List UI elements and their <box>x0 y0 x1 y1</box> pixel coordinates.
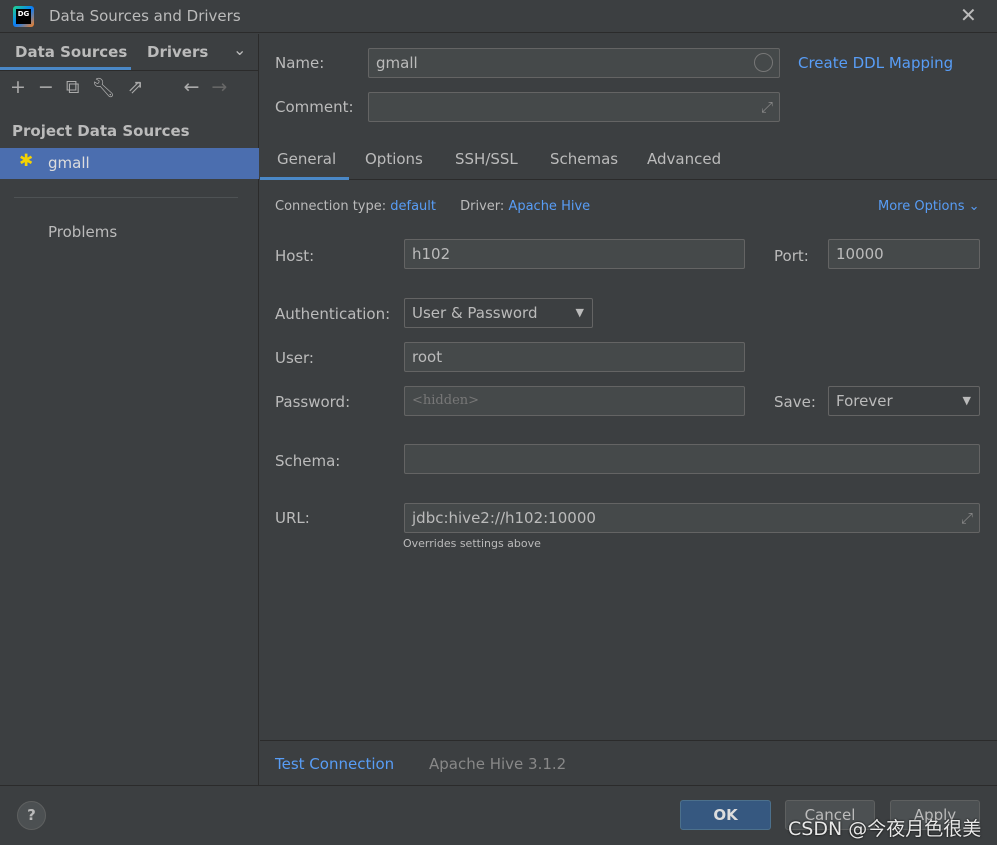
duplicate-icon[interactable]: ⧉ <box>66 76 80 99</box>
hive-bee-icon: ✱ <box>19 151 34 171</box>
host-label: Host: <box>275 247 315 265</box>
name-field[interactable]: gmall <box>368 48 780 78</box>
section-header: Project Data Sources <box>12 122 190 140</box>
save-label: Save: <box>774 393 816 411</box>
ok-button[interactable]: OK <box>680 800 771 830</box>
tab-general[interactable]: General <box>277 150 336 168</box>
tab-ssh-ssl[interactable]: SSH/SSL <box>455 150 518 168</box>
schema-field[interactable] <box>404 444 980 474</box>
jump-icon[interactable]: ⇗ <box>128 76 144 99</box>
authentication-label: Authentication: <box>275 305 391 323</box>
password-label: Password: <box>275 393 351 411</box>
name-value: gmall <box>376 54 418 72</box>
add-icon[interactable]: + <box>10 76 26 99</box>
help-button[interactable]: ? <box>17 801 46 830</box>
comment-field[interactable]: ⤢ <box>368 92 780 122</box>
create-ddl-mapping-link[interactable]: Create DDL Mapping <box>798 54 953 72</box>
datagrip-logo-icon: DG <box>13 6 34 27</box>
remove-icon[interactable]: − <box>38 76 54 99</box>
tab-data-sources[interactable]: Data Sources <box>15 34 127 70</box>
authentication-select[interactable]: User & Password ▼ <box>404 298 593 328</box>
driver-version: Apache Hive 3.1.2 <box>429 755 567 773</box>
color-circle-icon[interactable] <box>754 53 773 72</box>
connection-type-label: Connection type: <box>275 199 387 214</box>
problems-item[interactable]: Problems <box>48 223 117 241</box>
chevron-down-icon[interactable]: ⌄ <box>233 40 246 59</box>
watermark: CSDN @今夜月色很美 <box>788 818 982 840</box>
user-field[interactable]: root <box>404 342 745 372</box>
tab-options[interactable]: Options <box>365 150 423 168</box>
password-field[interactable]: <hidden> <box>404 386 745 416</box>
url-field[interactable]: jdbc:hive2://h102:10000 ⤢ <box>404 503 980 533</box>
host-field[interactable]: h102 <box>404 239 745 269</box>
url-label: URL: <box>275 509 310 527</box>
toolbar: + − ⧉ 🔧︎ ⇗ ← → <box>10 76 250 99</box>
expand-icon[interactable]: ⤢ <box>761 93 773 121</box>
comment-label: Comment: <box>275 98 354 116</box>
forward-arrow-icon[interactable]: → <box>211 76 227 99</box>
title-bar: DG Data Sources and Drivers ✕ <box>0 0 997 33</box>
tab-advanced[interactable]: Advanced <box>647 150 721 168</box>
tab-schemas[interactable]: Schemas <box>550 150 618 168</box>
more-options-link[interactable]: More Options ⌄ <box>878 199 980 214</box>
user-label: User: <box>275 349 314 367</box>
port-field[interactable]: 10000 <box>828 239 980 269</box>
tab-bar: General Options SSH/SSL Schemas Advanced <box>260 140 997 180</box>
wrench-icon[interactable]: 🔧︎ <box>91 76 115 99</box>
window-title: Data Sources and Drivers <box>49 7 241 25</box>
save-select[interactable]: Forever ▼ <box>828 386 980 416</box>
test-connection-link[interactable]: Test Connection <box>275 755 394 773</box>
back-arrow-icon[interactable]: ← <box>183 76 199 99</box>
tab-drivers[interactable]: Drivers <box>147 34 208 70</box>
expand-icon[interactable]: ⤢ <box>961 504 973 532</box>
driver-label: Driver: <box>460 199 505 214</box>
connection-type-link[interactable]: default <box>390 199 436 214</box>
url-hint: Overrides settings above <box>403 537 541 550</box>
datasource-label: gmall <box>48 154 90 172</box>
port-label: Port: <box>774 247 809 265</box>
name-label: Name: <box>275 54 325 72</box>
driver-link[interactable]: Apache Hive <box>508 199 590 214</box>
list-item[interactable]: ✱ gmall <box>0 148 259 179</box>
sidebar: Data Sources Drivers ⌄ + − ⧉ 🔧︎ ⇗ ← → Pr… <box>0 34 259 785</box>
close-icon[interactable]: ✕ <box>960 3 977 27</box>
schema-label: Schema: <box>275 452 341 470</box>
